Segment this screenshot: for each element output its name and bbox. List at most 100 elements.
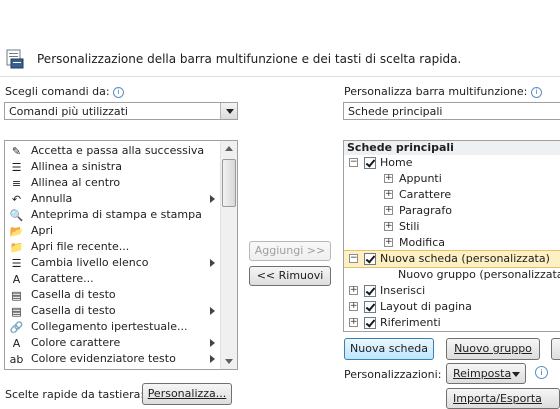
tree-item-label: Appunti bbox=[399, 172, 442, 185]
submenu-arrow-icon bbox=[210, 195, 215, 203]
tree-item[interactable]: + Carattere bbox=[344, 187, 560, 203]
tree-item[interactable]: + Layout di pagina bbox=[344, 299, 560, 315]
scroll-up-icon[interactable] bbox=[225, 146, 233, 151]
tree-item-label: Modifica bbox=[399, 236, 445, 249]
command-list-item[interactable]: ↶ Annulla bbox=[5, 191, 221, 207]
command-list-item[interactable]: ≡ Allinea al centro bbox=[5, 175, 221, 191]
text-box-icon: ▤ bbox=[11, 288, 22, 302]
tree-item[interactable]: + Modifica bbox=[344, 235, 560, 251]
command-label: Carattere... bbox=[31, 272, 94, 285]
command-list-item[interactable]: 📂 Apri bbox=[5, 223, 221, 239]
command-list-item[interactable]: 📁 Apri file recente... bbox=[5, 239, 221, 255]
align-center-icon: ≡ bbox=[11, 176, 22, 190]
customize-ribbon-dropdown[interactable]: Schede principali bbox=[343, 102, 560, 120]
add-button[interactable]: Aggiungi >> bbox=[249, 241, 331, 261]
import-export-button[interactable]: Importa/Esporta bbox=[446, 388, 560, 409]
tree-header: Schede principali bbox=[344, 141, 560, 155]
hyperlink-icon: 🔗 bbox=[9, 320, 24, 334]
tab-checkbox[interactable] bbox=[364, 317, 376, 329]
collapse-icon[interactable]: − bbox=[349, 254, 358, 263]
tree-item[interactable]: + Riferimenti bbox=[344, 315, 560, 331]
expand-icon[interactable]: + bbox=[384, 190, 393, 199]
tab-checkbox[interactable] bbox=[364, 253, 376, 265]
collapse-icon[interactable]: − bbox=[349, 158, 358, 167]
command-list-item[interactable]: ▤ Casella di testo bbox=[5, 287, 221, 303]
expand-icon[interactable]: + bbox=[349, 318, 358, 327]
keyboard-shortcuts-label: Scelte rapide da tastiera: bbox=[5, 388, 145, 401]
new-tab-button[interactable]: Nuova scheda bbox=[344, 338, 434, 360]
command-label: Anteprima di stampa e stampa bbox=[31, 208, 202, 221]
ribbon-tabs-tree[interactable]: Schede principali − Home + Appunti + Caratter… bbox=[343, 140, 560, 332]
customize-ribbon-label: Personalizza barra multifunzione: i bbox=[344, 85, 542, 98]
submenu-arrow-icon bbox=[210, 355, 215, 363]
choose-commands-dropdown[interactable]: Comandi più utilizzati bbox=[4, 102, 238, 120]
dropdown-arrow-icon bbox=[512, 372, 520, 377]
command-label: Colore evidenziatore testo bbox=[31, 352, 176, 365]
remove-button[interactable]: << Rimuovi bbox=[249, 266, 331, 286]
new-group-button[interactable]: Nuovo gruppo bbox=[446, 338, 540, 360]
command-list-item[interactable]: ☰ Cambia livello elenco bbox=[5, 255, 221, 271]
recent-file-icon: 📁 bbox=[9, 240, 24, 254]
tree-item-label: Stili bbox=[399, 220, 420, 233]
customize-shortcuts-button[interactable]: Personalizza... bbox=[142, 383, 232, 405]
expand-icon[interactable]: + bbox=[384, 206, 393, 215]
tree-item[interactable]: + Paragrafo bbox=[344, 203, 560, 219]
scroll-down-icon[interactable] bbox=[225, 359, 233, 364]
expand-icon[interactable]: + bbox=[384, 174, 393, 183]
tree-item-label: Home bbox=[380, 156, 413, 169]
command-label: Allinea al centro bbox=[31, 176, 121, 189]
undo-icon: ↶ bbox=[11, 192, 22, 206]
command-list-item[interactable]: ☰ Allinea a sinistra bbox=[5, 159, 221, 175]
text-box-icon: ▤ bbox=[11, 304, 22, 318]
command-label: Casella di testo bbox=[31, 288, 116, 301]
customize-header-icon bbox=[5, 48, 25, 70]
tree-item-label: Paragrafo bbox=[399, 204, 452, 217]
accept-next-icon: ✎ bbox=[11, 144, 22, 158]
chevron-down-icon[interactable] bbox=[220, 103, 237, 119]
tree-item[interactable]: + Appunti bbox=[344, 171, 560, 187]
expand-icon[interactable]: + bbox=[349, 286, 358, 295]
expand-icon[interactable]: + bbox=[384, 238, 393, 247]
command-list-item[interactable]: 🔍 Anteprima di stampa e stampa bbox=[5, 207, 221, 223]
header-divider bbox=[0, 76, 560, 77]
command-label: Casella di testo bbox=[31, 304, 116, 317]
reset-button[interactable]: Reimposta bbox=[446, 363, 526, 384]
submenu-arrow-icon bbox=[210, 307, 215, 315]
choose-commands-label: Scegli comandi da: i bbox=[5, 85, 125, 98]
tab-checkbox[interactable] bbox=[364, 157, 376, 169]
highlight-icon: ab bbox=[9, 352, 24, 366]
expand-icon[interactable]: + bbox=[349, 302, 358, 311]
command-label: Apri bbox=[31, 224, 54, 237]
command-label: Colore carattere bbox=[31, 336, 121, 349]
rename-button[interactable] bbox=[551, 338, 560, 360]
tree-item[interactable]: − Home bbox=[344, 155, 560, 171]
info-icon: i bbox=[535, 366, 548, 379]
align-left-icon: ☰ bbox=[11, 160, 22, 174]
tree-item[interactable]: − Nuova scheda (personalizzata) bbox=[344, 250, 560, 268]
submenu-arrow-icon bbox=[210, 339, 215, 347]
command-list-item[interactable]: ▤ Casella di testo bbox=[5, 303, 221, 319]
print-preview-icon: 🔍 bbox=[9, 208, 24, 222]
command-list-item[interactable]: ✎ Accetta e passa alla successiva bbox=[5, 143, 221, 159]
command-list-item[interactable]: A Colore carattere bbox=[5, 335, 221, 351]
command-list-item[interactable]: 🔗 Collegamento ipertestuale... bbox=[5, 319, 221, 335]
tree-item-label: Nuova scheda (personalizzata) bbox=[380, 252, 550, 265]
expand-icon[interactable]: + bbox=[384, 222, 393, 231]
command-list-item[interactable]: ab Colore evidenziatore testo bbox=[5, 351, 221, 367]
tree-item-label: Inserisci bbox=[380, 284, 426, 297]
tree-item[interactable]: Nuovo gruppo (personalizzata) bbox=[344, 267, 560, 283]
tree-item[interactable]: + Stili bbox=[344, 219, 560, 235]
commands-list[interactable]: ✎ Accetta e passa alla successiva ☰ Allinea… bbox=[4, 140, 238, 370]
info-icon: i bbox=[113, 86, 125, 98]
command-list-item[interactable]: A Carattere... bbox=[5, 271, 221, 287]
tree-item[interactable]: + Inserisci bbox=[344, 283, 560, 299]
tree-item-label: Layout di pagina bbox=[380, 300, 472, 313]
page-description: Personalizzazione della barra multifunzi… bbox=[37, 52, 462, 66]
scroll-thumb[interactable] bbox=[222, 159, 236, 207]
commands-scrollbar[interactable] bbox=[220, 141, 237, 369]
customizations-label: Personalizzazioni: bbox=[344, 368, 442, 381]
submenu-arrow-icon bbox=[210, 259, 215, 267]
info-icon: i bbox=[530, 86, 542, 98]
tab-checkbox[interactable] bbox=[364, 301, 376, 313]
tab-checkbox[interactable] bbox=[364, 285, 376, 297]
